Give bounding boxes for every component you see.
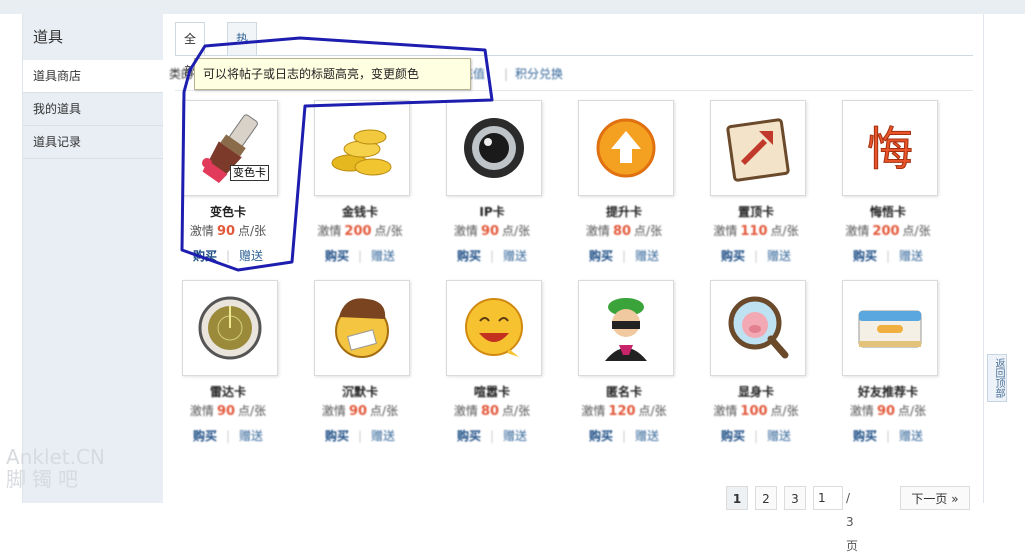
annotation-outline <box>180 36 494 272</box>
